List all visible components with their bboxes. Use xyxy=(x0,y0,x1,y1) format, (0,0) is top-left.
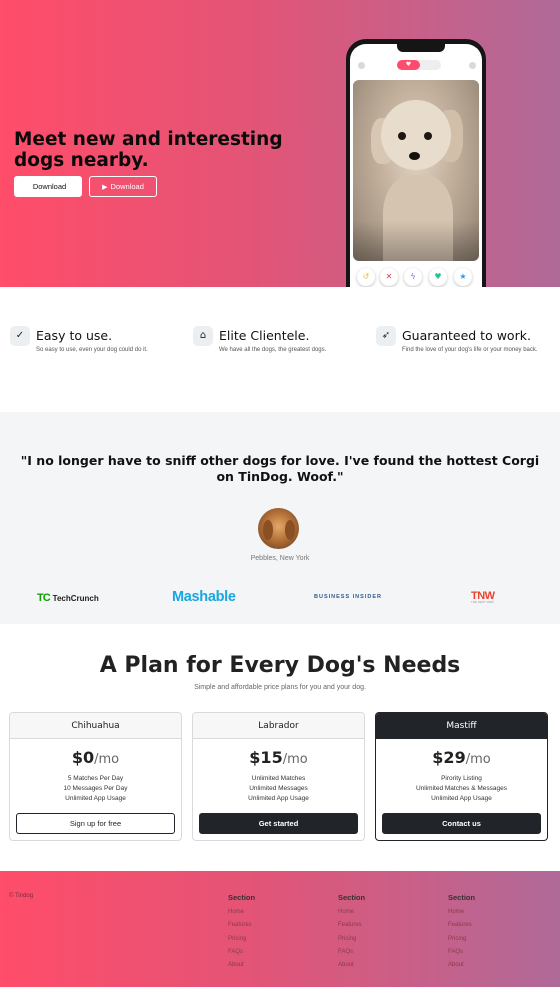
graduation-cap-icon: ⌂ xyxy=(193,326,213,346)
footer-link-home[interactable]: Home xyxy=(338,906,438,919)
testimonial-author: Pebbles, New York xyxy=(250,555,310,562)
feature-description: Find the love of your dog's life or your… xyxy=(402,347,538,353)
footer-link-about[interactable]: About xyxy=(228,959,328,972)
like-icon: ♥ xyxy=(429,268,447,286)
plan-features: 5 Matches Per Day 10 Messages Per Day Un… xyxy=(10,774,181,804)
plan-card-labrador: Labrador $15/mo Unlimited Matches Unlimi… xyxy=(192,712,365,841)
plan-feature: 10 Messages Per Day xyxy=(63,785,128,792)
footer-link-home[interactable]: Home xyxy=(448,906,548,919)
superlike-icon: ★ xyxy=(454,268,472,286)
check-circle-icon: ✓ xyxy=(10,326,30,346)
footer-link-features[interactable]: Features xyxy=(228,919,328,932)
plan-feature: Unlimited Messages xyxy=(249,785,308,792)
plan-name: Chihuahua xyxy=(10,713,181,739)
plan-feature: Unlimited App Usage xyxy=(431,795,492,802)
footer-link-pricing[interactable]: Pricing xyxy=(228,933,328,946)
footer-heading: Section xyxy=(338,893,366,902)
undo-icon: ↺ xyxy=(357,268,375,286)
user-icon xyxy=(358,62,365,69)
pricing-subtitle: Simple and affordable price plans for yo… xyxy=(194,684,366,691)
phone-screen: ♥ ↺ ✕ ϟ ♥ ★ xyxy=(350,44,482,287)
plan-price: $0/mo xyxy=(71,748,120,767)
footer-link-faqs[interactable]: FAQs xyxy=(228,946,328,959)
feature-description: So easy to use, even your dog could do i… xyxy=(36,347,148,353)
feature-title: Elite Clientele. xyxy=(219,328,310,343)
testimonial-section: "I no longer have to sniff other dogs fo… xyxy=(0,412,560,624)
footer-column: Section Home Features Pricing FAQs About xyxy=(228,893,328,972)
flame-icon: ♥ xyxy=(397,60,420,70)
footer-column: Section Home Features Pricing FAQs About xyxy=(448,893,548,972)
download-play-label: Download xyxy=(110,182,144,191)
footer-link-features[interactable]: Features xyxy=(338,919,438,932)
plan-name: Labrador xyxy=(193,713,364,739)
tnw-subtitle: THE NEXT WEB xyxy=(471,600,494,604)
dog-photo xyxy=(353,80,479,261)
nope-icon: ✕ xyxy=(380,268,398,286)
download-apple-button[interactable]: Download xyxy=(14,176,82,197)
download-play-button[interactable]: ▶ Download xyxy=(89,176,157,197)
footer-link-faqs[interactable]: FAQs xyxy=(338,946,438,959)
phone-notch xyxy=(397,44,445,52)
plan-feature: 5 Matches Per Day xyxy=(67,775,124,782)
business-insider-logo: BUSINESS INSIDER xyxy=(314,594,382,600)
feature-title: Easy to use. xyxy=(36,328,113,343)
footer-link-home[interactable]: Home xyxy=(228,906,328,919)
plan-feature: Unlimited Matches xyxy=(251,775,306,782)
boost-icon: ϟ xyxy=(404,268,422,286)
get-started-button[interactable]: Get started xyxy=(199,813,358,834)
plan-price: $29/mo xyxy=(432,748,491,767)
google-play-icon: ▶ xyxy=(102,183,108,191)
avatar xyxy=(258,508,299,549)
footer-link-about[interactable]: About xyxy=(448,959,548,972)
plan-feature: Unlimited Matches & Messages xyxy=(415,785,508,792)
contact-us-button[interactable]: Contact us xyxy=(382,813,541,834)
plan-features: Unlimited Matches Unlimited Messages Unl… xyxy=(193,774,364,804)
pricing-title: A Plan for Every Dog's Needs xyxy=(99,653,461,678)
tnw-logo: TNW THE NEXT WEB xyxy=(471,590,495,604)
testimonial-quote: "I no longer have to sniff other dogs fo… xyxy=(20,453,540,484)
techcrunch-wordmark: TechCrunch xyxy=(52,594,99,603)
plan-features: Pirority Listing Unlimited Matches & Mes… xyxy=(376,774,547,804)
plan-feature: Pirority Listing xyxy=(441,775,482,782)
features-section: ✓ Easy to use. So easy to use, even your… xyxy=(0,287,560,412)
plan-card-chihuahua: Chihuahua $0/mo 5 Matches Per Day 10 Mes… xyxy=(9,712,182,841)
feature-description: We have all the dogs, the greatest dogs. xyxy=(219,347,327,353)
footer-heading: Section xyxy=(228,893,256,902)
plan-feature: Unlimited App Usage xyxy=(248,795,309,802)
plan-price: $15/mo xyxy=(249,748,308,767)
hero-title: Meet new and interesting dogs nearby. xyxy=(14,129,283,171)
plan-card-mastiff: Mastiff $29/mo Pirority Listing Unlimite… xyxy=(375,712,548,841)
techcrunch-mark: TC xyxy=(37,592,51,604)
chat-icon xyxy=(469,62,476,69)
swipe-actions: ↺ ✕ ϟ ♥ ★ xyxy=(350,268,482,287)
footer-column: Section Home Features Pricing FAQs About xyxy=(338,893,438,972)
techcrunch-logo: TC TechCrunch xyxy=(37,592,99,604)
footer-link-pricing[interactable]: Pricing xyxy=(448,933,548,946)
footer-link-faqs[interactable]: FAQs xyxy=(448,946,548,959)
footer-link-pricing[interactable]: Pricing xyxy=(338,933,438,946)
hero-section: Meet new and interesting dogs nearby. Do… xyxy=(0,0,560,287)
mashable-logo: Mashable xyxy=(172,589,236,605)
sign-up-button[interactable]: Sign up for free xyxy=(16,813,175,834)
footer-link-about[interactable]: About xyxy=(338,959,438,972)
heart-arrow-icon: ➶ xyxy=(376,326,396,346)
feature-title: Guaranteed to work. xyxy=(402,328,531,343)
toggle-switch: ♥ xyxy=(397,60,441,70)
footer-link-features[interactable]: Features xyxy=(448,919,548,932)
phone-mockup: ♥ ↺ ✕ ϟ ♥ ★ xyxy=(346,39,486,287)
plan-name: Mastiff xyxy=(376,713,547,739)
footer-heading: Section xyxy=(448,893,476,902)
copyright: © Tindog xyxy=(9,893,34,899)
pricing-section: A Plan for Every Dog's Needs Simple and … xyxy=(0,624,560,871)
footer: © Tindog Section Home Features Pricing F… xyxy=(0,871,560,987)
plan-feature: Unlimited App Usage xyxy=(65,795,126,802)
download-apple-label: Download xyxy=(32,182,67,191)
